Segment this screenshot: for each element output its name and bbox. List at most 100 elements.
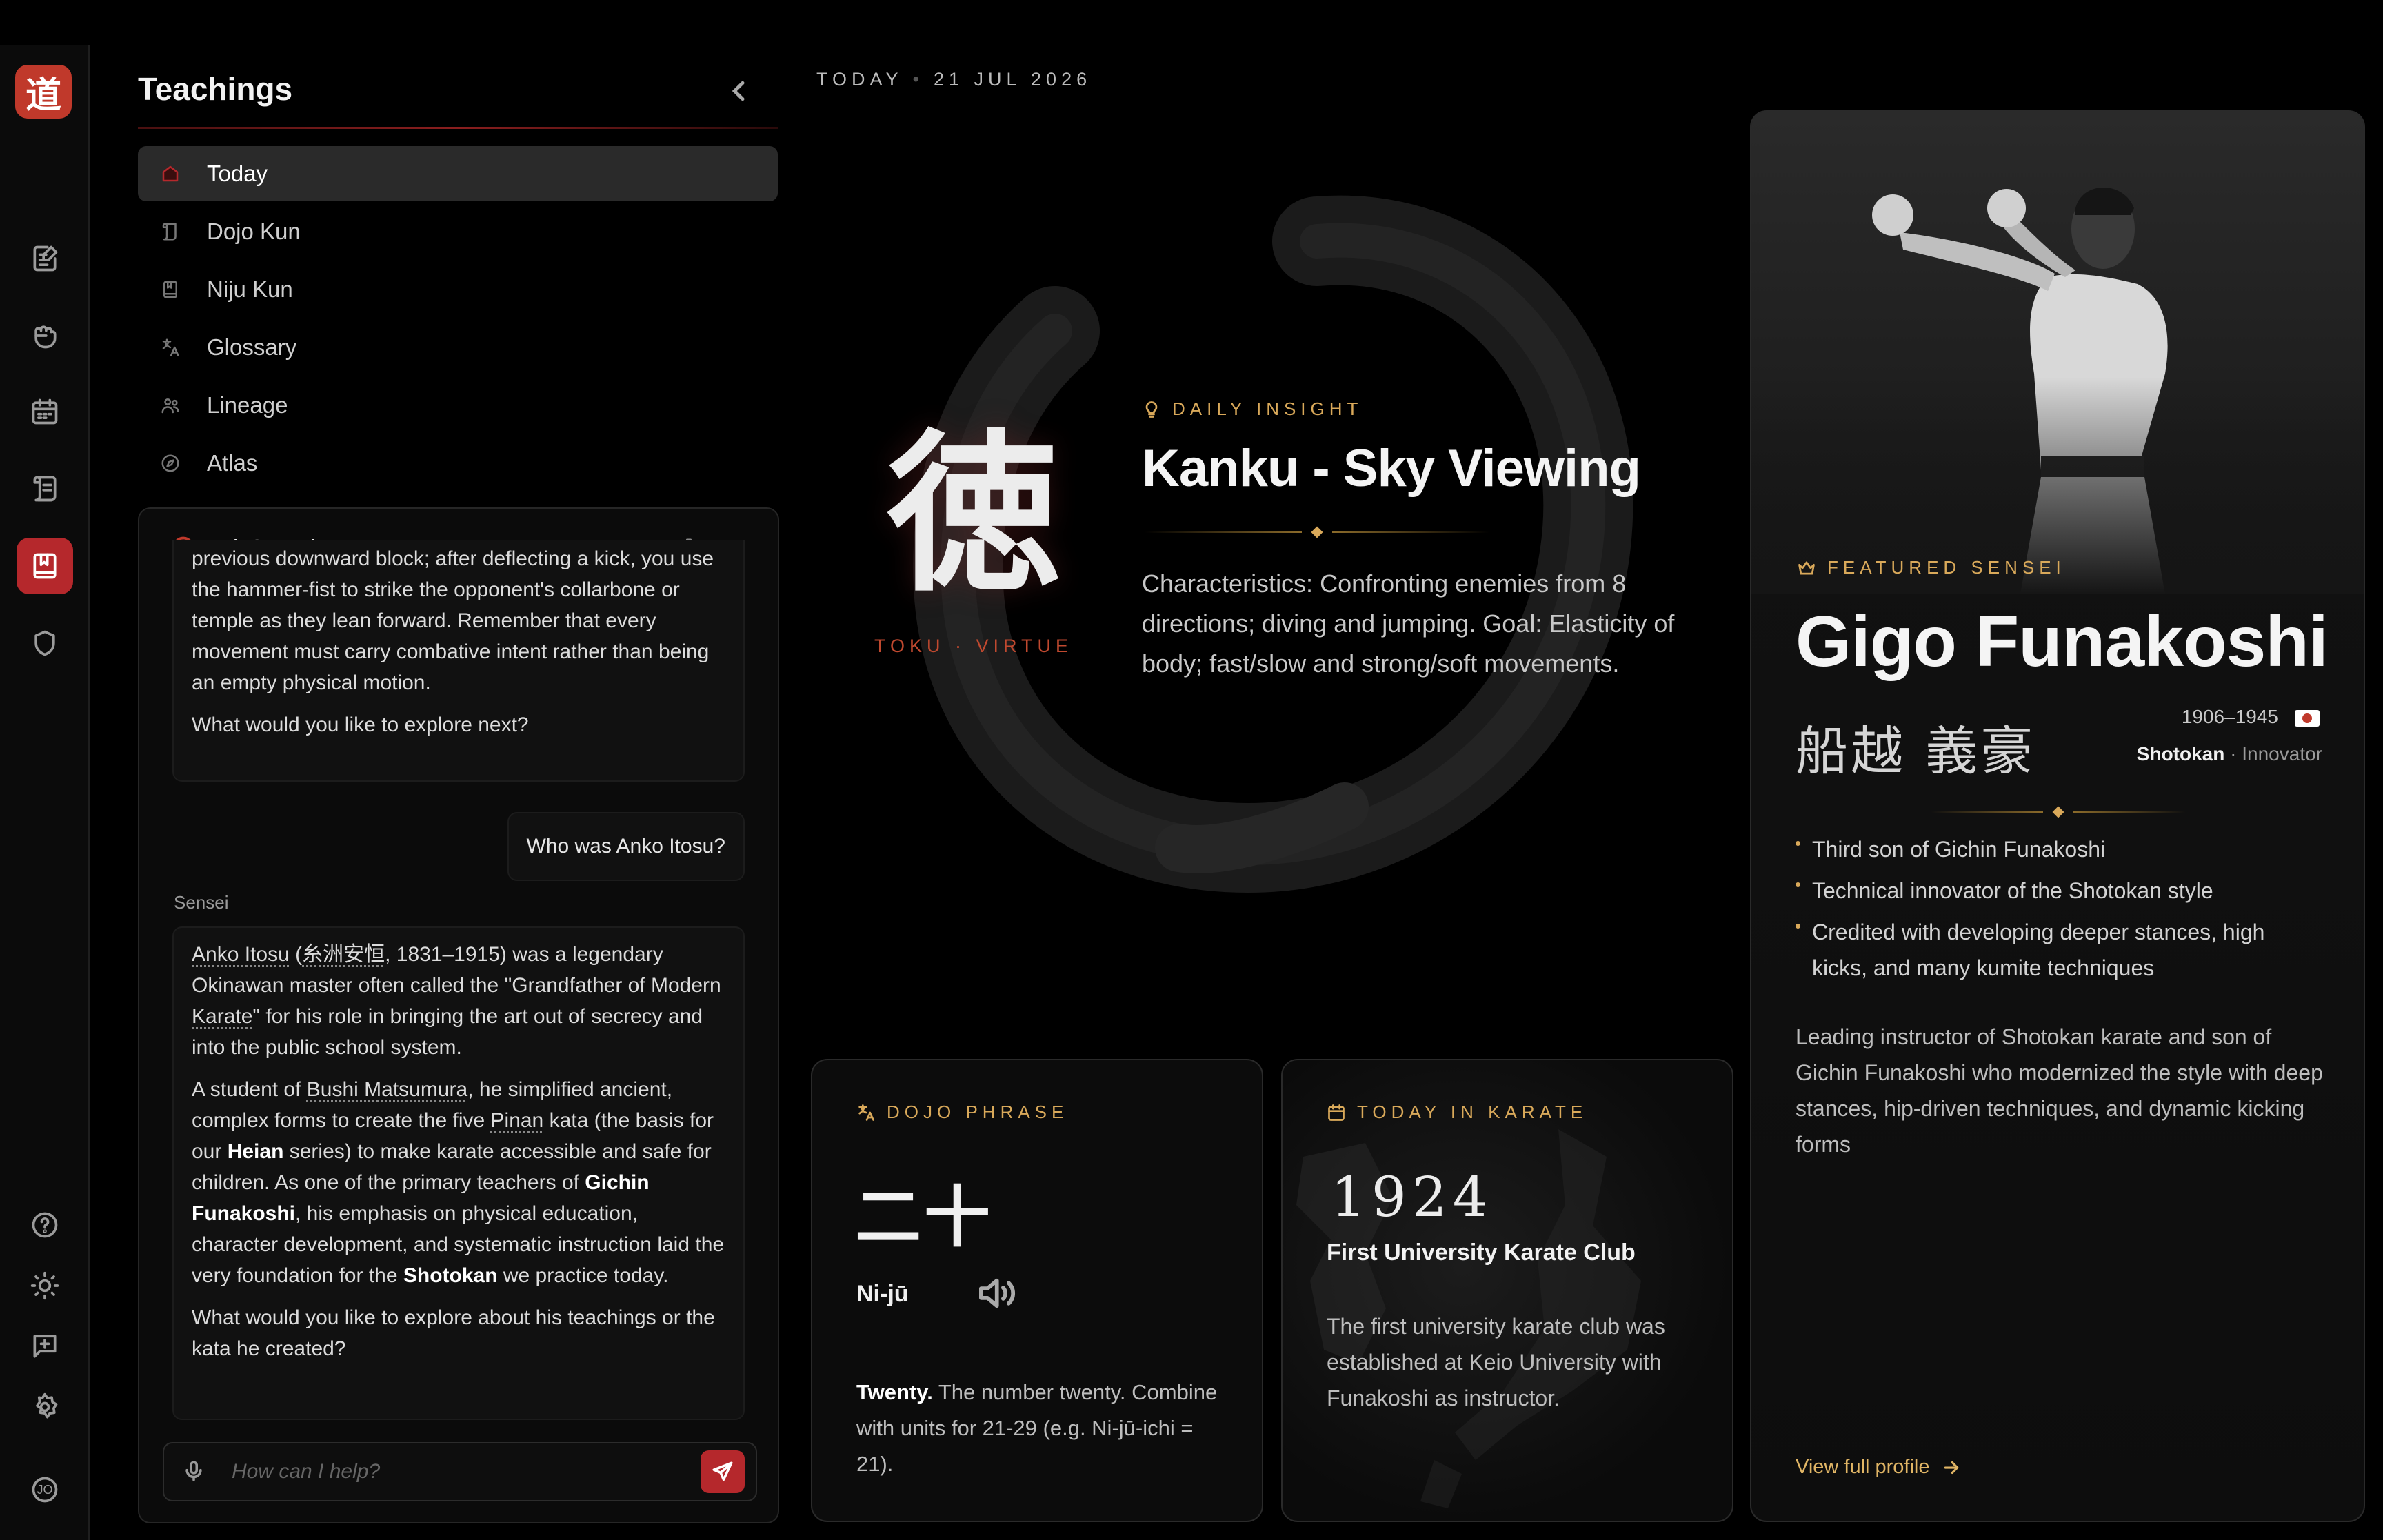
shield-icon xyxy=(34,630,55,656)
techniques-nav-button[interactable] xyxy=(17,307,73,364)
sensei-photo xyxy=(1751,112,2364,594)
date-label: TODAY xyxy=(816,69,903,90)
calendar-nav-button[interactable] xyxy=(17,383,73,440)
japan-flag-icon xyxy=(2295,709,2320,727)
play-pronunciation-button[interactable] xyxy=(976,1274,1020,1313)
user-message: Who was Anko Itosu? xyxy=(507,812,745,881)
phrase-definition: Twenty. The number twenty. Combine with … xyxy=(856,1380,1218,1476)
help-icon xyxy=(32,1212,58,1238)
date-line: TODAY • 21 JUL 2026 xyxy=(816,69,1092,90)
list-item: Third son of Gichin Funakoshi xyxy=(1796,831,2320,867)
assistant-message: previous downward block; after deflectin… xyxy=(172,540,745,782)
ornament-divider xyxy=(1145,525,1489,539)
sidebar-item-label: Today xyxy=(207,161,268,186)
sidebar-item-today[interactable]: Today xyxy=(138,146,778,201)
calendar-icon xyxy=(32,398,58,425)
theme-toggle-button[interactable] xyxy=(17,1257,73,1314)
ornament-divider xyxy=(1931,805,2186,819)
message-paragraph: What would you like to explore next? xyxy=(192,713,529,736)
scroll-icon xyxy=(159,220,182,243)
message-paragraph: previous downward block; after deflectin… xyxy=(192,547,714,694)
sender-label: Sensei xyxy=(174,892,229,913)
sidebar-item-niju-kun[interactable]: Niju Kun xyxy=(138,262,778,317)
hero-kanji: 徳 xyxy=(887,412,1060,615)
sidebar-item-glossary[interactable]: Glossary xyxy=(138,320,778,375)
dojo-phrase-eyebrow: DOJO PHRASE xyxy=(856,1102,1068,1123)
event-year: 1924 xyxy=(1331,1165,1494,1229)
featured-sensei-eyebrow: FEATURED SENSEI xyxy=(1797,557,2066,578)
settings-icon xyxy=(36,1392,58,1419)
book-icon xyxy=(159,278,182,301)
teachings-nav-button[interactable] xyxy=(17,538,73,594)
sidebar-item-label: Niju Kun xyxy=(207,276,293,302)
speaker-icon xyxy=(979,1278,1015,1308)
sidebar-item-atlas[interactable]: Atlas xyxy=(138,436,778,491)
chevron-left-icon xyxy=(732,81,745,101)
send-button[interactable] xyxy=(701,1450,745,1493)
arrow-right-icon xyxy=(1944,1461,1958,1474)
ask-sensei-panel: Ask Sensei previous downward block; afte… xyxy=(138,507,779,1523)
settings-button[interactable] xyxy=(17,1379,73,1435)
sensei-lifespan: 1906–1945 xyxy=(2171,706,2320,728)
list-item: Technical innovator of the Shotokan styl… xyxy=(1796,873,2320,909)
sidebar-item-dojo-kun[interactable]: Dojo Kun xyxy=(138,204,778,259)
daily-insight-eyebrow: DAILY INSIGHT xyxy=(1142,398,1363,420)
term-link[interactable]: Bushi Matsumura xyxy=(307,1078,467,1101)
event-title: First University Karate Club xyxy=(1327,1239,1636,1266)
sensei-facts: Third son of Gichin Funakoshi Technical … xyxy=(1796,831,2320,991)
app-logo[interactable]: 道 xyxy=(15,65,72,119)
message-paragraph: What would you like to explore about his… xyxy=(192,1306,715,1360)
feedback-icon xyxy=(33,1335,57,1358)
home-icon xyxy=(159,162,182,185)
calendar-icon xyxy=(1328,1104,1345,1121)
sidebar-item-lineage[interactable]: Lineage xyxy=(138,378,778,433)
phrase-kanji: 二十 xyxy=(855,1179,993,1256)
fist-icon xyxy=(34,325,57,349)
event-description: The first university karate club was est… xyxy=(1327,1314,1665,1410)
message-paragraph: Anko Itosu (糸洲安恒, 1831–1915) was a legen… xyxy=(192,943,721,1059)
sidebar-item-label: Dojo Kun xyxy=(207,219,301,244)
insight-title: Kanku - Sky Viewing xyxy=(1142,439,1641,498)
sidebar-item-label: Glossary xyxy=(207,334,297,360)
list-item: Credited with developing deeper stances,… xyxy=(1796,914,2320,986)
translate-icon xyxy=(159,336,182,359)
sensei-style: Shotokan · Innovator xyxy=(2136,743,2322,764)
view-full-profile-link[interactable]: View full profile xyxy=(1796,1456,1962,1479)
journal-nav-button[interactable] xyxy=(17,230,73,287)
sensei-bio: Leading instructor of Shotokan karate an… xyxy=(1796,1024,2323,1157)
sidebar-item-label: Atlas xyxy=(207,450,258,476)
phrase-romaji: Ni-jū xyxy=(856,1281,909,1307)
edit-note-icon xyxy=(33,245,58,272)
user-avatar[interactable]: JO xyxy=(17,1461,73,1518)
translate-icon xyxy=(858,1104,874,1121)
kata-nav-button[interactable] xyxy=(17,460,73,517)
term-link[interactable]: 糸洲安恒 xyxy=(302,943,385,966)
term-link[interactable]: Karate xyxy=(192,1005,252,1028)
users-icon xyxy=(159,394,182,417)
today-in-karate-eyebrow: TODAY IN KARATE xyxy=(1327,1102,1587,1123)
book-icon xyxy=(33,553,57,579)
chat-input-bar xyxy=(163,1442,757,1501)
avatar-initials: JO xyxy=(37,1482,53,1497)
feedback-button[interactable] xyxy=(17,1318,73,1375)
sidebar-title: Teachings xyxy=(138,71,293,107)
term-link[interactable]: Anko Itosu xyxy=(192,943,290,966)
lightbulb-icon xyxy=(1145,401,1158,418)
term-link[interactable]: Pinan xyxy=(491,1109,544,1132)
send-icon xyxy=(712,1461,733,1481)
scroll-icon xyxy=(33,476,57,502)
date-value: 21 JUL 2026 xyxy=(933,69,1092,90)
hero-kanji-meaning: TOKU · VIRTUE xyxy=(874,636,1074,656)
message-paragraph: A student of Bushi Matsumura, he simplif… xyxy=(192,1078,725,1287)
sidebar-divider xyxy=(138,127,778,129)
assistant-message: Anko Itosu (糸洲安恒, 1831–1915) was a legen… xyxy=(172,926,745,1420)
sensei-kanji-name: 船越 義豪 xyxy=(1796,720,2036,782)
shield-nav-button[interactable] xyxy=(17,615,73,671)
chat-input[interactable] xyxy=(230,1453,661,1490)
voice-input-button[interactable] xyxy=(182,1459,205,1483)
crown-icon xyxy=(1798,560,1815,575)
help-button[interactable] xyxy=(17,1197,73,1253)
insight-body: Characteristics: Confronting enemies fro… xyxy=(1142,569,1675,678)
sensei-name: Gigo Funakoshi xyxy=(1796,602,2329,682)
collapse-sidebar-button[interactable] xyxy=(725,77,753,105)
